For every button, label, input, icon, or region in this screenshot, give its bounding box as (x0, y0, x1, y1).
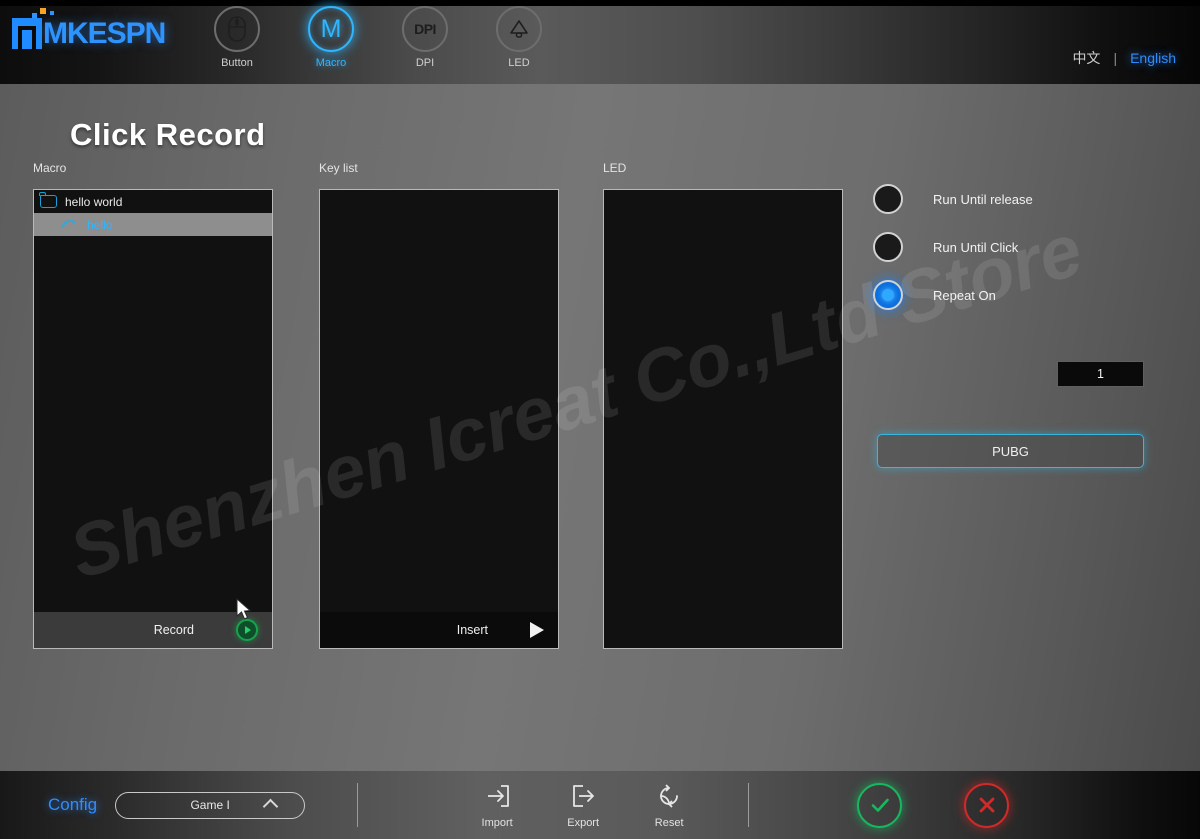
led-panel (603, 189, 843, 649)
logo-dots-icon (32, 8, 66, 20)
play-triangle-icon[interactable] (530, 622, 544, 638)
keylist-panel-label: Key list (319, 161, 358, 175)
macro-list-panel: hello world hello Record (33, 189, 273, 649)
logo-mark-icon (12, 8, 54, 49)
insert-label: Insert (456, 623, 488, 637)
tab-dpi[interactable]: DPI DPI (378, 6, 472, 69)
language-separator: | (1113, 50, 1118, 66)
option-repeat-on[interactable]: Repeat On (873, 280, 1033, 310)
toolbar-divider-right (748, 783, 750, 827)
macro-panel-footer: Record (34, 612, 272, 648)
mouse-icon-svg (228, 16, 246, 42)
profile-pubg-button[interactable]: PUBG (877, 434, 1144, 468)
macro-arrow-icon (60, 218, 77, 231)
top-black-strip (0, 0, 1200, 6)
language-english[interactable]: English (1130, 50, 1176, 66)
run-mode-options: Run Until release Run Until Click Repeat… (873, 184, 1033, 328)
macro-item-label: hello (87, 217, 113, 232)
config-label: Config (48, 795, 98, 814)
brand-name: MKESPN (43, 17, 166, 50)
led-panel-label: LED (603, 161, 627, 175)
tab-macro[interactable]: M Macro (284, 6, 378, 69)
top-navigation-bar: MKESPN Button M Macro DPI DPI LED 中文 | E… (0, 0, 1200, 84)
reset-icon (660, 783, 679, 808)
option-run-until-release[interactable]: Run Until release (873, 184, 1033, 214)
macro-folder-label: hello world (65, 194, 123, 209)
mouse-icon (214, 6, 260, 52)
radio-run-until-release[interactable] (873, 184, 903, 214)
macro-m-letter: M (320, 14, 342, 43)
cancel-button[interactable] (964, 782, 1010, 828)
nav-tabs: Button M Macro DPI DPI LED (190, 6, 566, 69)
tab-button-label: Button (221, 57, 253, 69)
macro-m-icon: M (308, 6, 354, 52)
lamp-icon-svg (510, 20, 528, 38)
brand-logo: MKESPN (12, 8, 166, 50)
record-label: Record (153, 623, 194, 637)
macro-panel-label: Macro (33, 161, 67, 175)
keylist-panel-footer: Insert (320, 612, 558, 648)
confirm-button[interactable] (857, 782, 903, 828)
tab-dpi-label: DPI (415, 57, 435, 69)
config-profile-dropdown[interactable]: Game I (115, 791, 306, 819)
toolbar-divider-left (357, 783, 359, 827)
check-circle-icon (871, 798, 889, 812)
export-button[interactable]: Export (540, 782, 626, 829)
lamp-icon (496, 6, 542, 52)
mouse-config-app: MKESPN Button M Macro DPI DPI LED 中文 | E… (0, 0, 1200, 839)
repeat-count-input[interactable]: 1 (1057, 361, 1144, 387)
option-run-until-click-label: Run Until Click (933, 239, 1019, 255)
option-repeat-on-label: Repeat On (933, 287, 996, 303)
bottom-toolbar: Config Game I Import Export Reset (0, 771, 1200, 839)
record-play-icon[interactable] (236, 619, 258, 641)
dpi-icon: DPI (402, 6, 448, 52)
tab-button[interactable]: Button (190, 6, 284, 69)
language-chinese[interactable]: 中文 (1072, 48, 1100, 68)
config-profile-value: Game I (190, 798, 230, 812)
export-label: Export (567, 816, 600, 829)
x-circle-icon (979, 797, 995, 813)
reset-button[interactable]: Reset (626, 782, 712, 829)
tab-macro-label: Macro (315, 57, 347, 69)
radio-run-until-click[interactable] (873, 232, 903, 262)
main-stage: Click Record Macro hello world hello Rec… (0, 84, 1200, 771)
file-tools: Import Export Reset (454, 782, 712, 829)
import-label: Import (481, 816, 513, 829)
macro-tree-folder-row[interactable]: hello world (34, 190, 272, 213)
key-list-panel: Insert (319, 189, 559, 649)
dpi-icon-text: DPI (414, 21, 436, 37)
folder-icon (39, 192, 57, 208)
tab-led[interactable]: LED (472, 6, 566, 69)
radio-repeat-on[interactable] (873, 280, 903, 310)
macro-arrow-icon-svg (61, 218, 76, 228)
import-button[interactable]: Import (454, 782, 540, 829)
language-selector: 中文 | English (1072, 48, 1176, 68)
option-run-until-release-label: Run Until release (933, 191, 1033, 207)
export-icon (573, 784, 595, 807)
macro-tree-item-row[interactable]: hello (34, 213, 272, 236)
reset-label: Reset (654, 816, 684, 829)
import-icon (488, 784, 510, 807)
tab-led-label: LED (508, 57, 530, 69)
annotation-click-record: Click Record (70, 117, 266, 152)
chevron-up-icon (262, 798, 279, 815)
option-run-until-click[interactable]: Run Until Click (873, 232, 1033, 262)
